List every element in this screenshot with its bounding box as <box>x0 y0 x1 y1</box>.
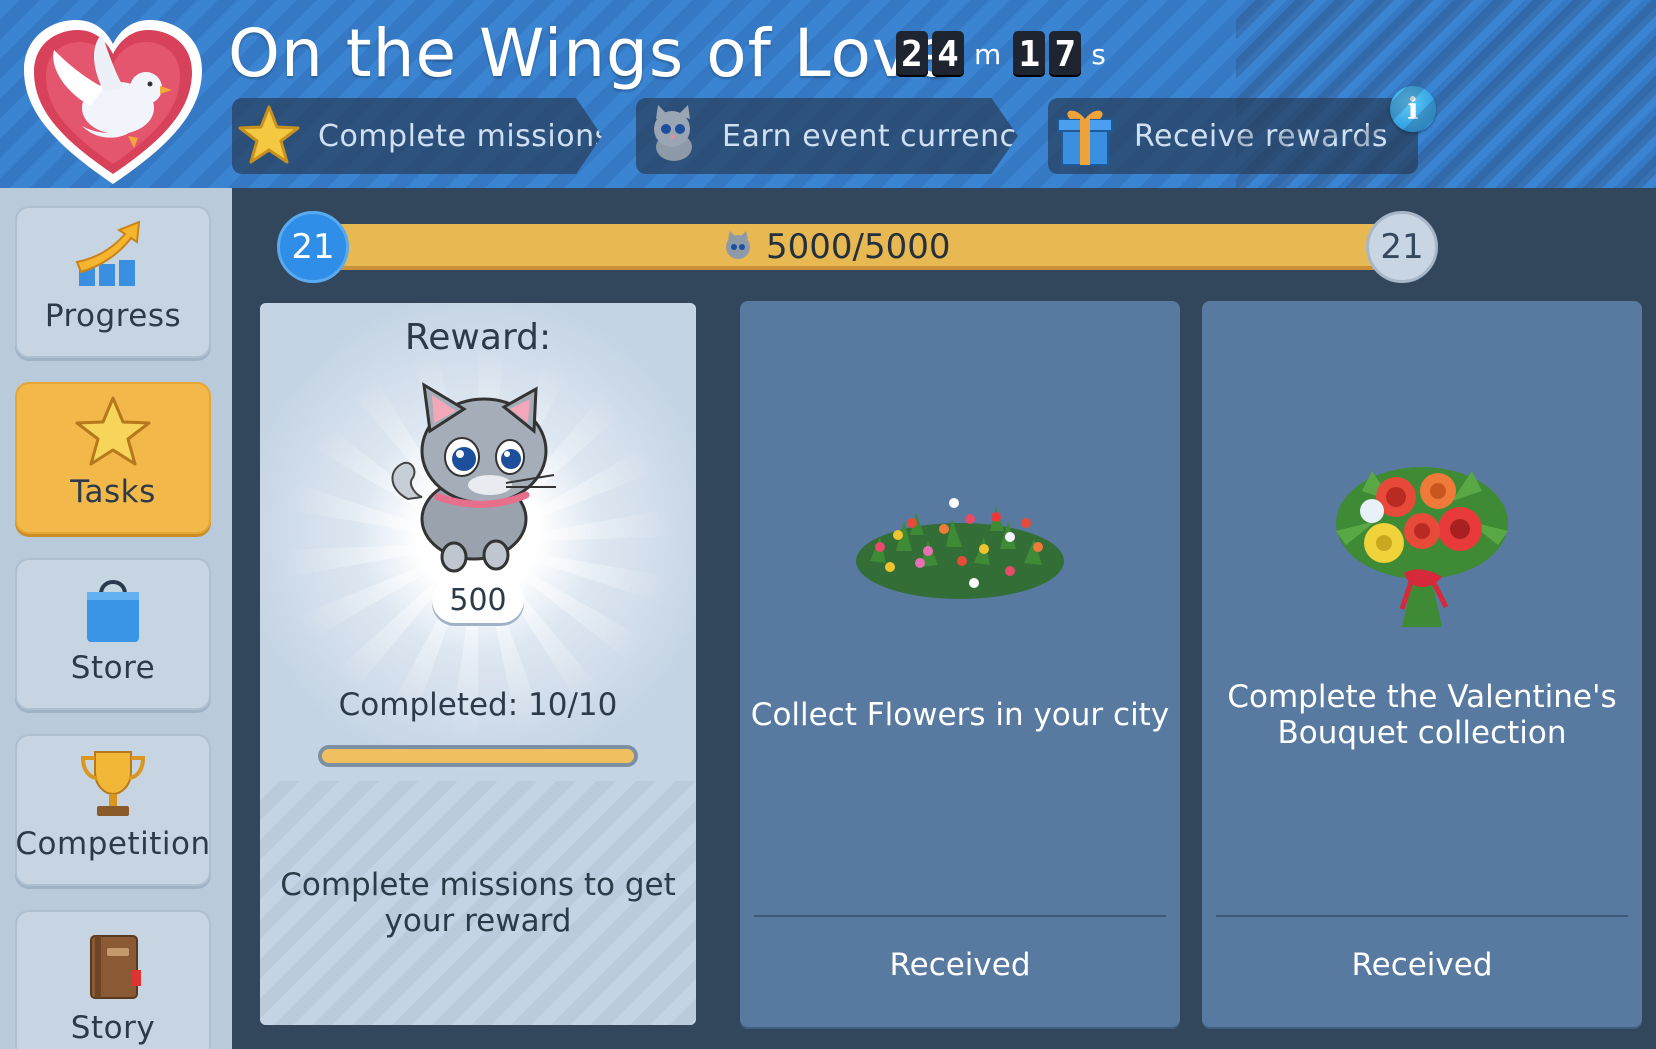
sidebar-item-store[interactable]: Store <box>15 558 211 710</box>
timer-unit-minutes: m <box>974 37 1002 71</box>
progress-value: 5000/5000 <box>766 227 951 267</box>
step-label: Receive rewards <box>1134 118 1389 154</box>
missions-progress-fill <box>322 749 634 763</box>
sidebar-item-label: Store <box>70 650 156 686</box>
trophy-icon <box>80 751 146 816</box>
gift-icon <box>1057 110 1113 166</box>
event-header: On the Wings of Love 2 4 m 1 7 s Complet… <box>0 0 1656 188</box>
dove-heart-icon <box>24 20 202 184</box>
sidebar-item-label: Story <box>70 1010 156 1046</box>
timer-digit: 2 <box>896 31 928 77</box>
cat-currency-icon <box>726 231 750 259</box>
sidebar-item-label: Competition <box>15 826 211 862</box>
progress-chart-icon <box>75 220 141 286</box>
completed-text: Completed: 10/10 <box>338 687 618 723</box>
divider <box>754 915 1166 917</box>
bouquet-icon <box>1336 467 1508 627</box>
step-complete-missions: Complete missions <box>232 98 602 174</box>
sidebar-item-progress[interactable]: Progress <box>15 206 211 358</box>
event-timer: 2 4 m 1 7 s <box>896 30 1114 78</box>
step-label: Complete missions <box>318 118 611 154</box>
timer-unit-seconds: s <box>1091 37 1106 71</box>
timer-digit: 1 <box>1013 31 1046 77</box>
task-description: Collect Flowers in your city <box>750 697 1170 733</box>
timer-digit: 4 <box>932 31 964 77</box>
sidebar-item-competition[interactable]: Competition <box>15 734 211 886</box>
sidebar-item-story[interactable]: Story <box>15 910 211 1049</box>
divider <box>1216 915 1628 917</box>
reward-label: Reward: <box>404 317 552 358</box>
star-icon <box>75 396 151 466</box>
kitten-reward-icon <box>391 382 556 573</box>
reward-quantity-badge: 500 <box>432 577 524 623</box>
task-card[interactable]: Collect Flowers in your city Received <box>740 301 1180 1027</box>
step-earn-currency: Earn event currency <box>636 98 1018 174</box>
flower-field-icon <box>856 498 1064 599</box>
book-icon <box>90 935 141 999</box>
info-button[interactable]: i <box>1390 86 1436 132</box>
step-label: Earn event currency <box>722 118 1035 154</box>
sidebar-item-label: Progress <box>44 298 182 334</box>
event-title: On the Wings of Love <box>228 15 954 92</box>
reward-hint-text: Complete missions to get your reward <box>280 867 676 939</box>
reward-hint-area: Complete missions to get your reward <box>260 781 696 1025</box>
star-icon <box>238 105 300 164</box>
progress-text: 5000/5000 <box>720 224 951 270</box>
task-status: Received <box>1351 947 1493 983</box>
sidebar-item-tasks[interactable]: Tasks <box>15 382 211 534</box>
sidebar-item-label: Tasks <box>70 474 156 510</box>
cat-currency-icon <box>654 105 692 161</box>
sidebar: Progress Tasks Store Competition Story <box>0 188 232 1049</box>
task-description: Complete the Valentine's Bouquet collect… <box>1227 679 1617 751</box>
next-level-badge: 21 <box>1366 211 1438 283</box>
shopping-bag-icon <box>87 580 139 642</box>
timer-digit: 7 <box>1049 31 1082 77</box>
reward-card: Reward: 500 Completed: 10/10 Complete mi… <box>260 303 696 1025</box>
current-level-badge: 21 <box>277 211 349 283</box>
task-status: Received <box>889 947 1031 983</box>
missions-progress-bar <box>318 745 638 767</box>
task-card[interactable]: Complete the Valentine's Bouquet collect… <box>1202 301 1642 1027</box>
step-receive-rewards: Receive rewards <box>1048 98 1418 174</box>
